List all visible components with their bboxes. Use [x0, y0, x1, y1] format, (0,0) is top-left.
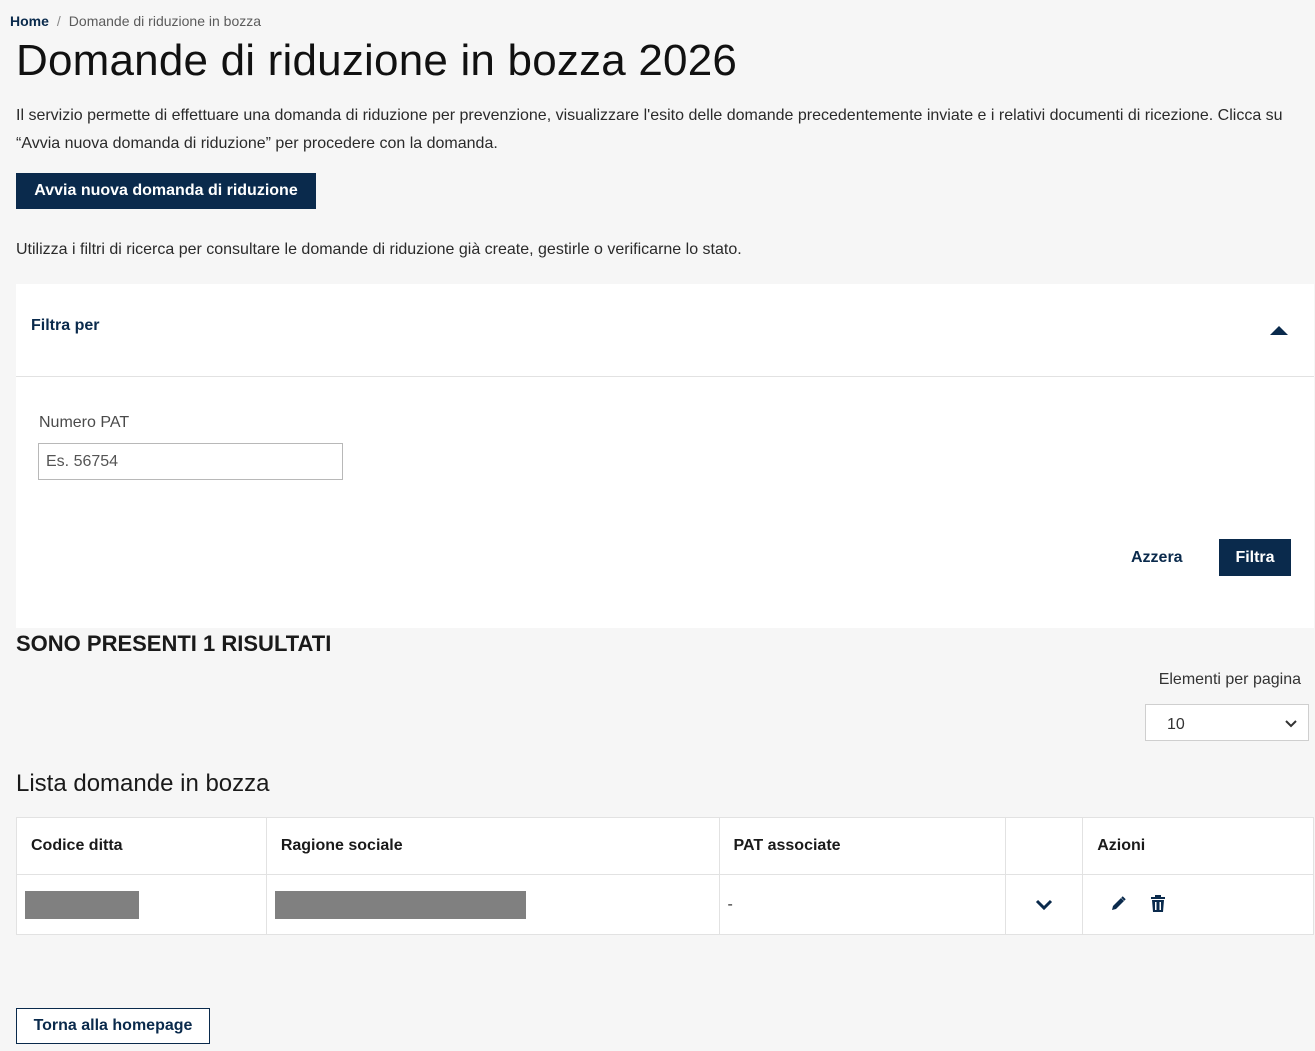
column-header-pat-associate: PAT associate	[718, 817, 1007, 875]
intro-text: Il servizio permette di effettuare una d…	[16, 107, 1283, 152]
redacted-block	[25, 890, 139, 919]
page-title: Domande di riduzione in bozza 2026	[16, 36, 738, 85]
filter-panel-title: Filtra per	[31, 317, 100, 334]
table-header-row: Codice ditta Ragione sociale PAT associa…	[16, 817, 1314, 875]
pat-number-label: Numero PAT	[39, 414, 130, 431]
redacted-block	[274, 890, 526, 919]
cell-codice-ditta	[16, 874, 267, 935]
breadcrumb: Home / Domande di riduzione in bozza	[10, 13, 261, 29]
cell-expand[interactable]	[1005, 874, 1084, 935]
breadcrumb-separator: /	[56, 13, 61, 29]
items-per-page-label: Elementi per pagina	[1158, 671, 1301, 688]
table-row: -	[16, 874, 1314, 935]
chevron-up-icon[interactable]	[1270, 326, 1288, 335]
apply-filter-button[interactable]: Filtra	[1219, 539, 1291, 576]
page: Home / Domande di riduzione in bozza Doman…	[0, 0, 1315, 1051]
reset-filters-button[interactable]: Azzera	[1131, 549, 1183, 567]
pencil-icon[interactable]	[1109, 895, 1127, 913]
pat-number-input[interactable]	[38, 443, 343, 480]
chevron-down-icon	[1285, 720, 1297, 728]
filter-hint-text: Utilizza i filtri di ricerca per consult…	[16, 241, 742, 258]
back-to-homepage-button[interactable]: Torna alla homepage	[16, 1008, 210, 1044]
column-header-codice-ditta: Codice ditta	[16, 817, 267, 875]
column-header-ragione-sociale: Ragione sociale	[265, 817, 720, 875]
column-header-expand	[1005, 817, 1084, 875]
trash-icon[interactable]	[1150, 895, 1166, 913]
column-header-azioni: Azioni	[1082, 817, 1314, 875]
chevron-down-icon[interactable]	[1035, 899, 1053, 911]
items-per-page-select[interactable]: 10	[1145, 704, 1309, 741]
cell-actions	[1082, 874, 1314, 935]
breadcrumb-home-link[interactable]: Home	[10, 13, 49, 29]
items-per-page-value: 10	[1167, 716, 1185, 733]
cell-pat-associate: -	[718, 874, 1007, 935]
drafts-table: Codice ditta Ragione sociale PAT associa…	[16, 817, 1314, 935]
list-title: Lista domande in bozza	[16, 770, 270, 797]
breadcrumb-current: Domande di riduzione in bozza	[68, 13, 262, 29]
cell-ragione-sociale	[265, 874, 720, 935]
results-count: SONO PRESENTI 1 RISULTATI	[16, 631, 332, 656]
new-request-button[interactable]: Avvia nuova domanda di riduzione	[16, 173, 316, 209]
filter-panel-header[interactable]: Filtra per	[16, 284, 1314, 377]
filter-panel: Filtra per Numero PAT Azzera Filtra	[16, 284, 1314, 628]
